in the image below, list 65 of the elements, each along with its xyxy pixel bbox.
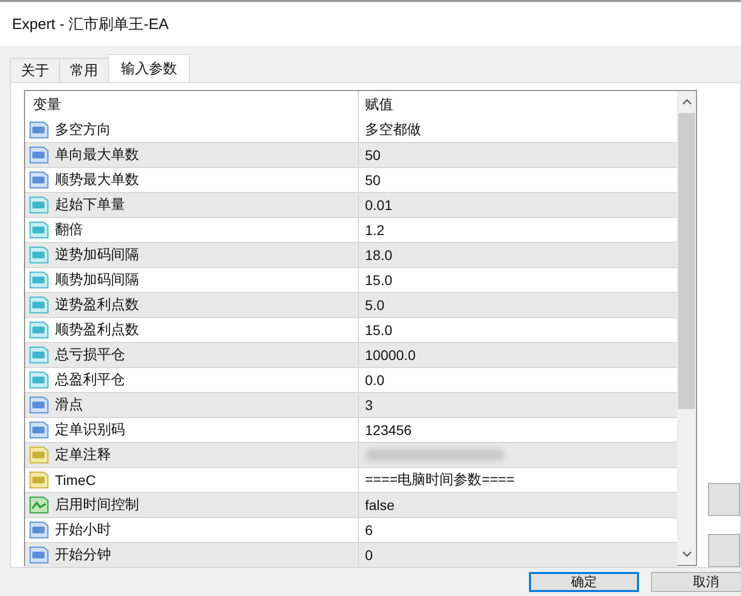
parameter-value[interactable]: 123456 [365,422,412,438]
number-icon [29,171,49,189]
number-icon [29,346,49,364]
scrollbar[interactable] [677,91,696,565]
dialog-button[interactable]: 取消 [651,572,741,592]
number-icon [29,121,49,139]
number-icon [29,546,49,564]
parameter-name: 翻倍 [55,221,83,239]
parameter-value[interactable]: 0.0 [365,372,384,388]
number-icon [29,246,49,264]
number-icon [29,196,49,214]
number-icon [29,396,49,414]
parameter-name: 定单注释 [55,446,111,464]
number-icon [29,421,49,439]
parameter-value[interactable]: false [365,497,395,513]
parameter-name: 单向最大单数 [55,146,139,164]
parameter-value[interactable]: 15.0 [365,322,392,338]
tab[interactable]: 输入参数 [108,54,190,82]
parameter-name: 起始下单量 [55,196,125,214]
number-icon [29,321,49,339]
text-icon [29,446,49,464]
parameter-value[interactable]: 5.0 [365,297,384,313]
number-icon [29,371,49,389]
parameter-value[interactable]: 1.2 [365,222,384,238]
parameter-name: 顺势盈利点数 [55,321,139,339]
column-header[interactable]: 变量 [25,91,359,118]
number-icon [29,146,49,164]
parameter-value[interactable]: 多空都做 [365,121,421,139]
text-icon [29,471,49,489]
parameter-value[interactable]: 50 [365,172,381,188]
parameter-value[interactable]: 0 [365,547,373,563]
parameter-name: 滑点 [55,396,83,414]
parameter-value[interactable]: ====电脑时间参数==== [365,471,514,489]
side-button[interactable] [708,534,740,567]
parameter-name: 多空方向 [55,121,111,139]
parameter-name: 启用时间控制 [55,496,139,514]
number-icon [29,271,49,289]
parameter-value[interactable]: 6 [365,522,373,538]
parameter-name: 总亏损平仓 [55,346,125,364]
parameter-name: 开始分钟 [55,546,111,564]
number-icon [29,296,49,314]
parameter-value[interactable]: 3 [365,397,373,413]
column-header[interactable]: 赋值 [359,91,393,118]
parameter-name: 开始小时 [55,521,111,539]
parameter-value[interactable]: 50 [365,147,381,163]
parameter-value[interactable]: 15.0 [365,272,392,288]
parameter-name: 顺势加码间隔 [55,271,139,289]
scroll-up-icon[interactable] [682,99,692,105]
window-title: Expert - 汇市刷单王-EA [12,14,169,34]
parameter-name: 逆势盈利点数 [55,296,139,314]
parameter-value[interactable]: 10000.0 [365,347,416,363]
scroll-down-icon[interactable] [682,551,692,557]
tab[interactable]: 关于 [10,58,60,82]
parameter-name: 定单识别码 [55,421,125,439]
parameter-name: 总盈利平仓 [55,371,125,389]
number-icon [29,221,49,239]
side-button[interactable] [708,483,740,516]
parameter-value[interactable]: 18.0 [365,247,392,263]
number-icon [29,521,49,539]
switch-icon [29,496,49,514]
parameter-value[interactable]: 0.01 [365,197,392,213]
parameter-name: 顺势最大单数 [55,171,139,189]
dialog-button[interactable]: 确定 [529,572,639,592]
parameter-name: 逆势加码间隔 [55,246,139,264]
parameter-name: TimeC [55,472,96,488]
